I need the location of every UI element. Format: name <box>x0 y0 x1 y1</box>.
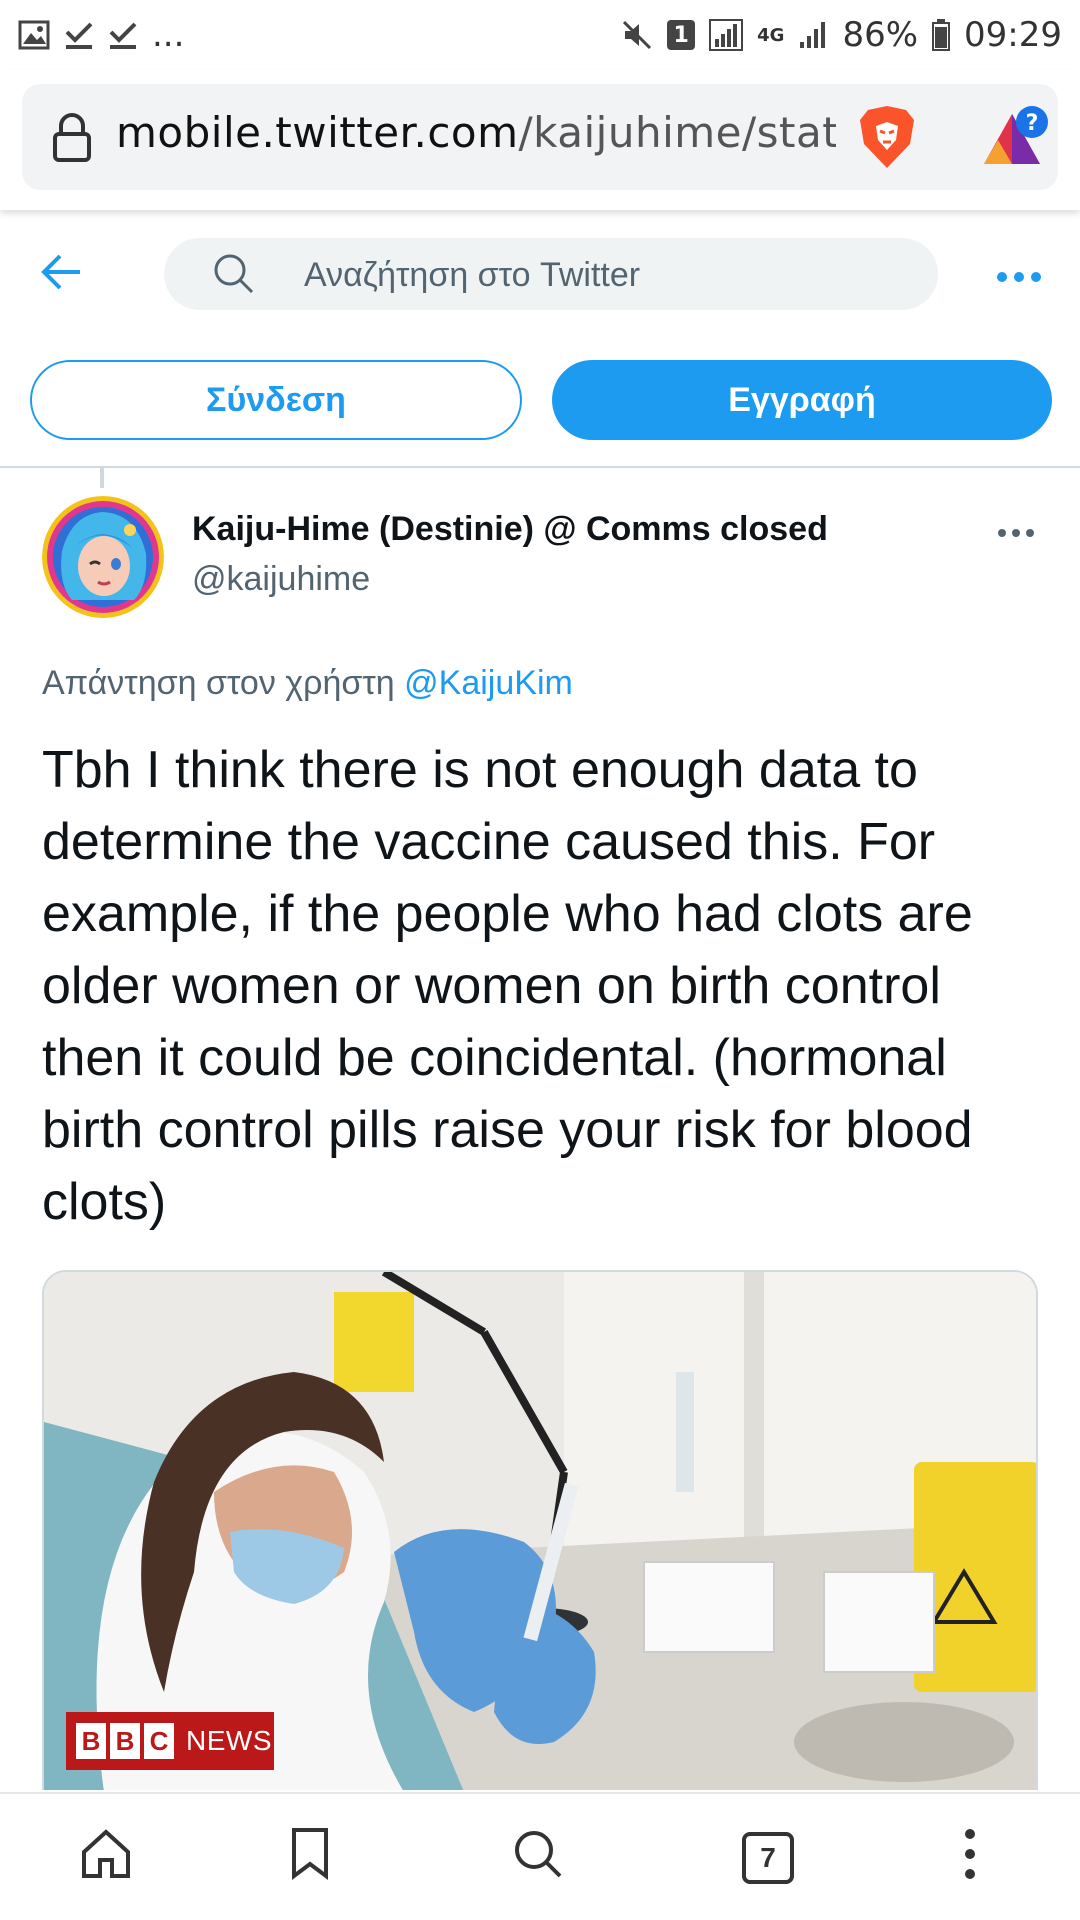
status-bar: ... 1 4G 86% 09:29 <box>0 0 1080 70</box>
search-icon[interactable] <box>512 1828 564 1885</box>
menu-icon[interactable] <box>962 1828 978 1885</box>
download-done-icon <box>108 20 138 50</box>
url-text[interactable]: mobile.twitter.com/kaijuhime/statu <box>116 108 836 157</box>
gallery-notification-icon <box>18 20 50 50</box>
avatar[interactable] <box>42 496 164 618</box>
reply-mention-link[interactable]: @KaijuKim <box>404 664 573 702</box>
login-button[interactable]: Σύνδεση <box>30 360 522 440</box>
browser-bottom-bar: 7 <box>0 1792 1080 1920</box>
signal-icon <box>709 19 744 51</box>
browser-toolbar: mobile.twitter.com/kaijuhime/statu ? <box>0 70 1080 210</box>
tabs-button[interactable]: 7 <box>742 1832 794 1884</box>
author-name[interactable]: Kaiju-Hime (Destinie) @ Comms closed <box>192 510 828 549</box>
bbc-logo-letter: B <box>76 1723 106 1759</box>
lock-icon[interactable] <box>52 112 92 167</box>
battery-percent: 86% <box>842 15 919 55</box>
network-type: 4G <box>757 24 785 46</box>
auth-buttons: Σύνδεση Εγγραφή <box>0 360 1080 440</box>
mute-icon <box>621 19 653 51</box>
author-handle[interactable]: @kaijuhime <box>192 560 370 599</box>
brave-rewards-icon[interactable]: ? <box>980 104 1052 175</box>
more-notifications-indicator: ... <box>152 15 185 55</box>
brave-shields-icon[interactable] <box>858 104 916 175</box>
twitter-header: Αναζήτηση στο Twitter <box>0 230 1080 320</box>
tweet-text: Tbh I think there is not enough data to … <box>42 741 973 1231</box>
bbc-logo-letter: C <box>144 1723 174 1759</box>
thread-connector <box>100 468 104 488</box>
clock: 09:29 <box>964 15 1062 55</box>
status-bar-left: ... <box>18 15 184 55</box>
search-placeholder: Αναζήτηση στο Twitter <box>304 256 641 294</box>
reply-prefix: Απάντηση στον χρήστη <box>42 664 395 702</box>
bbc-news-logo: B B C NEWS <box>66 1712 274 1770</box>
sim-icon: 1 <box>667 20 696 50</box>
url-host: mobile.twitter.com <box>116 108 519 157</box>
back-arrow-icon[interactable] <box>40 252 84 297</box>
tweet-more-icon[interactable] <box>996 526 1036 544</box>
search-input[interactable]: Αναζήτηση στο Twitter <box>164 238 938 310</box>
svg-text:?: ? <box>1026 111 1039 136</box>
home-icon[interactable] <box>80 1828 132 1885</box>
divider <box>0 466 1080 468</box>
signal-bars-icon <box>798 20 828 50</box>
bookmark-icon[interactable] <box>290 1828 330 1885</box>
download-done-icon <box>64 20 94 50</box>
search-icon <box>212 252 256 301</box>
bbc-logo-letter: B <box>110 1723 140 1759</box>
bbc-logo-news: NEWS <box>186 1725 272 1756</box>
address-bar[interactable]: mobile.twitter.com/kaijuhime/statu ? <box>22 84 1058 190</box>
status-bar-right: 1 4G 86% 09:29 <box>621 15 1062 55</box>
reply-context: Απάντηση στον χρήστη @KaijuKim <box>42 664 573 703</box>
signup-button[interactable]: Εγγραφή <box>552 360 1052 440</box>
more-options-icon[interactable] <box>996 270 1042 288</box>
url-path: /kaijuhime/statu <box>518 108 836 157</box>
battery-icon <box>932 19 951 51</box>
tweet-media-image[interactable]: B B C NEWS <box>42 1270 1038 1790</box>
